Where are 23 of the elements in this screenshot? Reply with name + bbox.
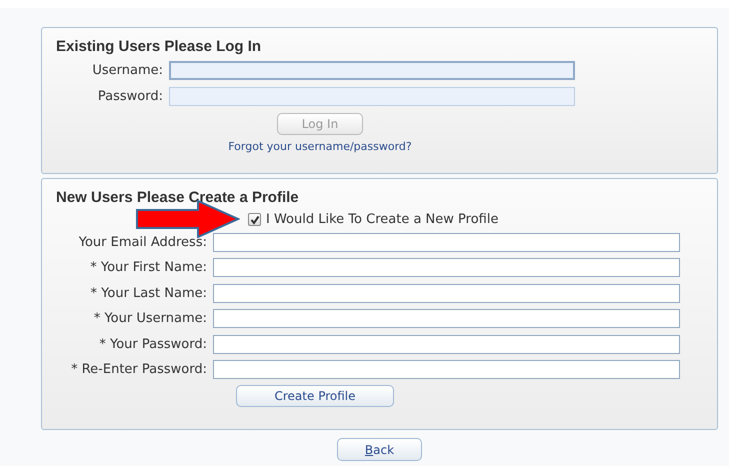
field-label: * Your Password: [98,336,207,354]
input-field[interactable] [213,232,680,252]
input-field[interactable] [213,334,680,354]
input-field[interactable] [213,360,680,380]
input-field[interactable] [169,86,575,106]
field-label: Username: [91,62,163,80]
input-field[interactable] [213,309,680,328]
section-title: New Users Please Create a Profile [56,188,300,208]
field-label: Your Email Address: [78,234,207,252]
input-field[interactable] [213,284,680,303]
create-profile-button[interactable]: Create Profile [236,384,394,406]
back-button[interactable]: Back [337,438,422,461]
forgot-password-link[interactable]: Forgot your username/password? [228,139,412,156]
field-label: * Your Username: [92,310,207,328]
field-label: Password: [96,88,163,106]
input-field[interactable] [213,258,680,278]
input-field[interactable] [169,61,575,80]
field-label: * Your First Name: [89,259,207,277]
checkbox[interactable] [248,213,261,226]
field-label: * Your Last Name: [90,284,207,302]
field-label: * Re-Enter Password: [70,361,207,379]
section-title: Existing Users Please Log In [56,37,262,57]
checkbox-label: I Would Like To Create a New Profile [266,211,498,229]
